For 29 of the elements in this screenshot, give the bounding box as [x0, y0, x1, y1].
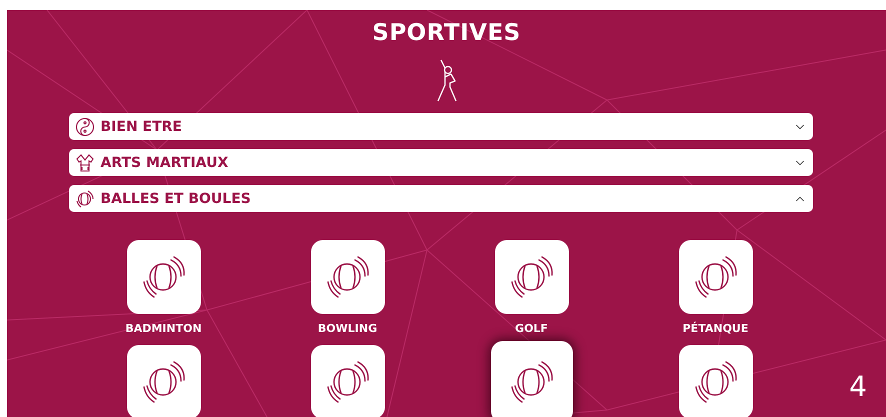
- sport-tile[interactable]: [490, 341, 572, 417]
- sport-tile[interactable]: [310, 345, 384, 417]
- category-accordion[interactable]: BALLES ET BOULES: [68, 185, 812, 212]
- category-accordion[interactable]: ARTS MARTIAUX: [68, 149, 812, 176]
- sport-label: PÉTANQUE: [682, 322, 748, 335]
- ball-icon: [140, 359, 186, 405]
- ball-icon: [324, 359, 370, 405]
- ball-icon: [74, 188, 94, 208]
- sport-tile[interactable]: [126, 345, 200, 417]
- sport-label: BADMINTON: [125, 322, 202, 335]
- ball-icon: [692, 359, 738, 405]
- ball-icon: [508, 359, 554, 405]
- ball-icon: [508, 254, 554, 300]
- page-number: 4: [849, 370, 867, 403]
- page-title: SPORTIVES: [372, 19, 521, 48]
- sport-tile[interactable]: [126, 240, 200, 314]
- ball-icon: [324, 254, 370, 300]
- category-accordion[interactable]: BIEN ETRE: [68, 113, 812, 140]
- martial-arts-uniform-icon: [74, 152, 94, 172]
- sport-tile[interactable]: [494, 240, 568, 314]
- sport-tile[interactable]: [678, 240, 752, 314]
- sport-tile[interactable]: [678, 345, 752, 417]
- sport-label: GOLF: [515, 322, 548, 335]
- ball-icon: [140, 254, 186, 300]
- stretching-person-icon: [434, 59, 458, 103]
- ball-icon: [692, 254, 738, 300]
- yin-yang-icon: [74, 116, 94, 136]
- sport-label: BOWLING: [318, 322, 378, 335]
- sport-tile[interactable]: [310, 240, 384, 314]
